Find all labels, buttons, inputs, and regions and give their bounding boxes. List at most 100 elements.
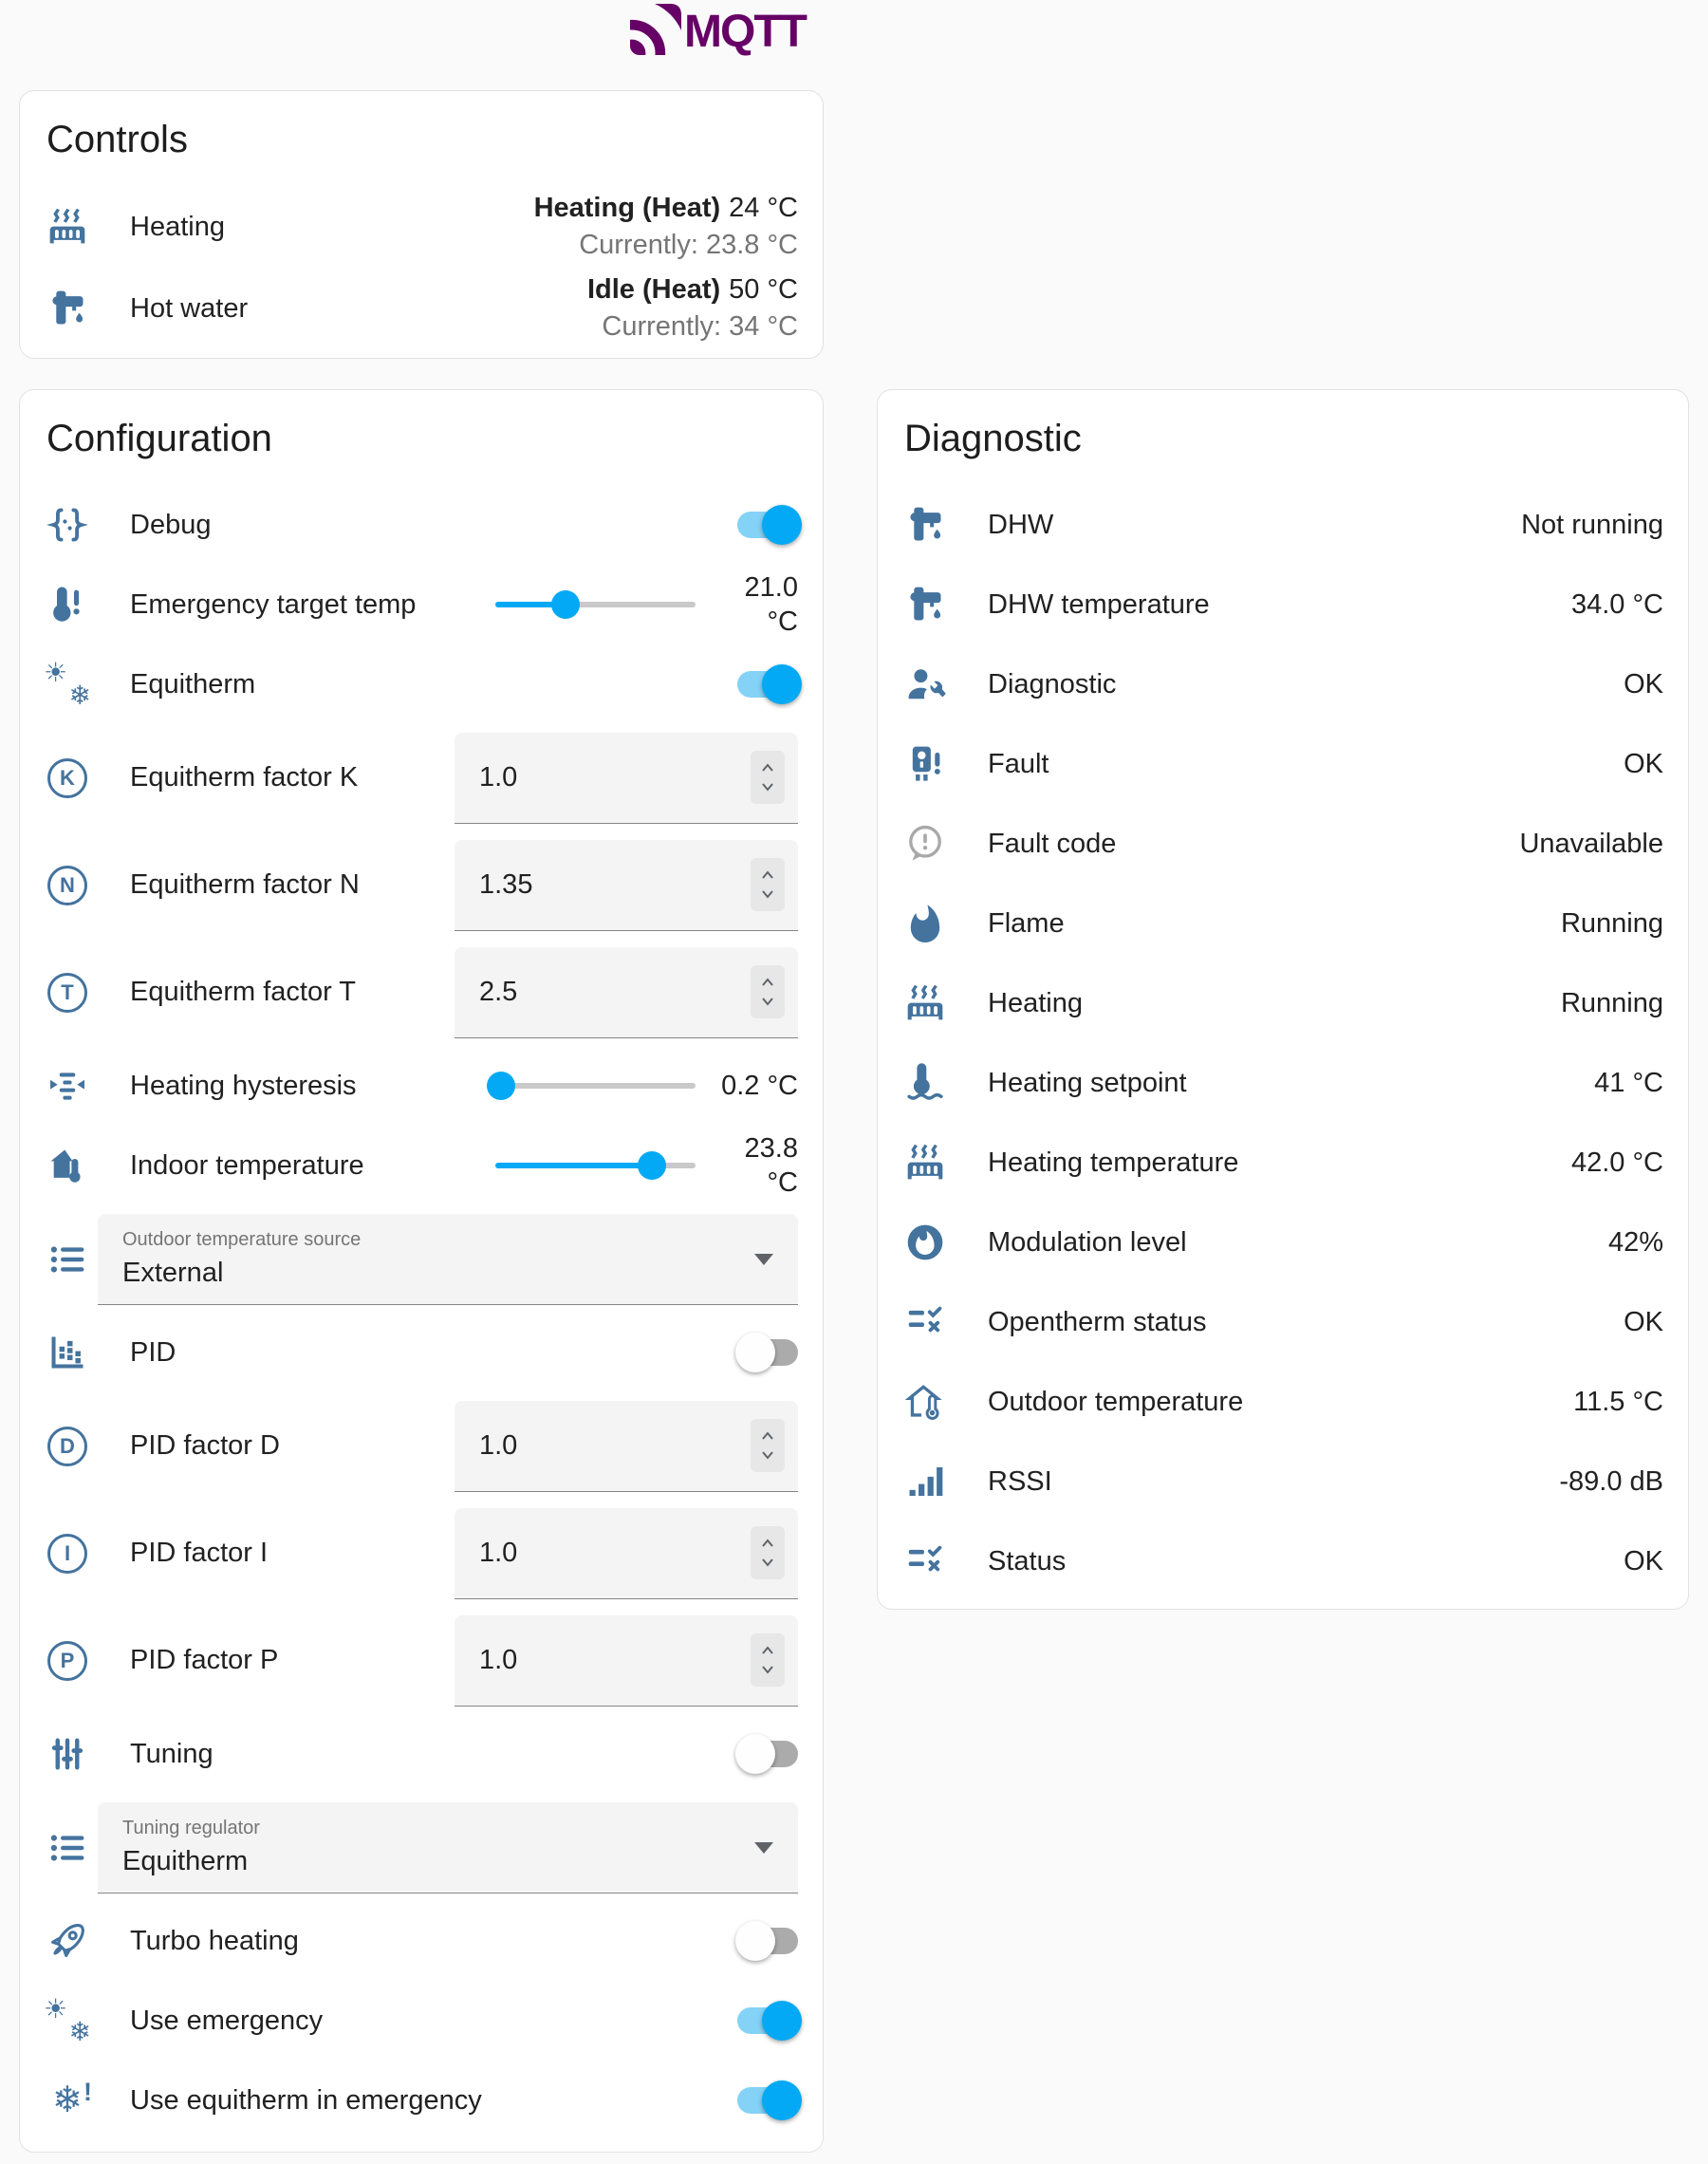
diagnostic-row-heating-temperature-value: 42.0 °C [1571, 1147, 1663, 1179]
arrow-collapse-horizontal-icon [45, 1063, 90, 1109]
control-row-heating[interactable]: Heating Heating (Heat)24 °C Currently: 2… [20, 186, 823, 268]
fire-circle-icon [902, 1220, 948, 1265]
indoor-temperature-value: 23.8°C [699, 1131, 798, 1201]
diagnostic-row-fault-code[interactable]: Fault code Unavailable [878, 804, 1688, 884]
diagnostic-row-modulation-level[interactable]: Modulation level 42% [878, 1203, 1688, 1282]
diagnostic-row-outdoor-temperature[interactable]: Outdoor temperature 11.5 °C [878, 1362, 1688, 1442]
diagnostic-card: Diagnostic DHW Not running DHW temperatu… [877, 389, 1689, 1610]
pid-factor-i-input[interactable]: 1.0 [455, 1508, 798, 1599]
sun-snowflake-icon: ☀❄ [45, 662, 90, 707]
diagnostic-row-diagnostic-value: OK [1624, 669, 1663, 700]
config-row-pid-factor-p-label: PID factor P [130, 1645, 278, 1676]
control-row-heating-state: Heating (Heat)24 °C Currently: 23.8 °C [534, 190, 798, 264]
diagnostic-row-opentherm-status[interactable]: Opentherm status OK [878, 1282, 1688, 1362]
config-row-equitherm: ☀❄ Equitherm [20, 644, 823, 724]
use-emergency-toggle[interactable] [737, 2000, 798, 2042]
diagnostic-row-modulation-level-value: 42% [1608, 1227, 1663, 1259]
indoor-temperature-slider[interactable] [495, 1145, 696, 1186]
config-row-equitherm-factor-k: K Equitherm factor K 1.0 [20, 724, 823, 831]
config-row-use-emergency: ☀❄ Use emergency [20, 1981, 823, 2061]
chart-bar-icon [45, 1330, 90, 1375]
select-value: External [122, 1258, 732, 1289]
rocket-launch-icon [45, 1918, 90, 1964]
stepper-icon[interactable] [751, 751, 785, 804]
diagnostic-row-heating-setpoint[interactable]: Heating setpoint 41 °C [878, 1043, 1688, 1123]
diagnostic-row-fault[interactable]: Fault OK [878, 724, 1688, 804]
control-row-hot-water[interactable]: Hot water Idle (Heat)50 °C Currently: 34… [20, 268, 823, 349]
config-row-tuning: Tuning [20, 1714, 823, 1794]
slider-thumb[interactable] [487, 1072, 515, 1100]
stepper-icon[interactable] [751, 1526, 785, 1579]
pid-factor-p-input[interactable]: 1.0 [455, 1615, 798, 1707]
format-list-bulleted-icon [45, 1825, 90, 1871]
diagnostic-row-rssi-value: -89.0 dB [1559, 1466, 1663, 1498]
config-row-pid-factor-d: D PID factor D 1.0 [20, 1392, 823, 1500]
use-equitherm-in-emergency-toggle[interactable] [737, 2080, 798, 2121]
equitherm-factor-t-input[interactable]: 2.5 [455, 947, 798, 1038]
diagnostic-row-fault-code-value: Unavailable [1519, 829, 1663, 860]
fire-icon [902, 901, 948, 946]
outdoor-temperature-source-select[interactable]: Outdoor temperature source External [98, 1214, 798, 1305]
diagnostic-row-dhw-temperature-value: 34.0 °C [1571, 589, 1663, 621]
snowflake-alert-icon: ❄! [45, 2078, 90, 2123]
stepper-icon[interactable] [751, 1633, 785, 1687]
diagnostic-row-diagnostic[interactable]: Diagnostic OK [878, 644, 1688, 724]
radiator-icon [902, 980, 948, 1026]
config-row-equitherm-factor-t-label: Equitherm factor T [130, 977, 356, 1008]
config-row-indoor-temperature-label: Indoor temperature [130, 1150, 364, 1182]
diagnostic-row-fault-value: OK [1624, 749, 1663, 780]
slider-thumb[interactable] [638, 1151, 666, 1180]
code-braces-icon [45, 502, 90, 548]
select-floating-label: Outdoor temperature source [122, 1229, 732, 1251]
control-row-hot-water-state: Idle (Heat)50 °C Currently: 34 °C [587, 271, 798, 345]
diagnostic-row-dhw-temperature[interactable]: DHW temperature 34.0 °C [878, 565, 1688, 644]
debug-toggle[interactable] [737, 504, 798, 546]
thermometer-alert-icon [45, 582, 90, 627]
alpha-d-circle-icon: D [45, 1424, 90, 1469]
home-thermometer-outline-icon [902, 1379, 948, 1425]
diagnostic-row-status[interactable]: Status OK [878, 1521, 1688, 1601]
stepper-icon[interactable] [751, 858, 785, 911]
diagnostic-row-dhw-value: Not running [1521, 510, 1663, 541]
config-row-equitherm-factor-n: N Equitherm factor N 1.35 [20, 831, 823, 939]
config-row-turbo-heating: Turbo heating [20, 1901, 823, 1981]
diagnostic-row-rssi[interactable]: RSSI -89.0 dB [878, 1442, 1688, 1521]
equitherm-factor-k-input[interactable]: 1.0 [455, 733, 798, 824]
emergency-target-temp-slider[interactable] [495, 584, 696, 625]
radiator-icon [902, 1140, 948, 1185]
diagnostic-row-heating-temperature[interactable]: Heating temperature 42.0 °C [878, 1123, 1688, 1203]
mqtt-logo-icon [630, 4, 681, 60]
control-row-heating-current: Currently: 23.8 °C [534, 227, 798, 264]
diagnostic-row-flame-value: Running [1561, 908, 1663, 940]
config-row-use-equitherm-in-emergency: ❄! Use equitherm in emergency [20, 2061, 823, 2140]
diagnostic-row-flame[interactable]: Flame Running [878, 884, 1688, 963]
alpha-k-circle-icon: K [45, 756, 90, 801]
alpha-p-circle-icon: P [45, 1638, 90, 1684]
equitherm-toggle[interactable] [737, 663, 798, 705]
alpha-n-circle-icon: N [45, 863, 90, 908]
list-status-icon [902, 1539, 948, 1584]
home-thermometer-icon [45, 1143, 90, 1188]
equitherm-factor-n-input[interactable]: 1.35 [455, 840, 798, 931]
turbo-heating-toggle[interactable] [737, 1920, 798, 1962]
config-row-indoor-temperature: Indoor temperature 23.8°C [20, 1126, 823, 1205]
diagnostic-row-heating[interactable]: Heating Running [878, 963, 1688, 1043]
pid-toggle[interactable] [737, 1332, 798, 1373]
pid-factor-d-input[interactable]: 1.0 [455, 1401, 798, 1492]
config-row-pid-factor-i-label: PID factor I [130, 1538, 268, 1569]
diagnostic-row-dhw[interactable]: DHW Not running [878, 485, 1688, 565]
heating-hysteresis-slider[interactable] [495, 1065, 696, 1107]
config-row-heating-hysteresis-label: Heating hysteresis [130, 1071, 357, 1102]
slider-thumb[interactable] [551, 590, 580, 619]
tuning-toggle[interactable] [737, 1733, 798, 1775]
controls-card-title: Controls [46, 118, 823, 161]
tuning-regulator-select[interactable]: Tuning regulator Equitherm [98, 1802, 798, 1894]
water-boiler-alert-icon [902, 741, 948, 787]
stepper-icon[interactable] [751, 965, 785, 1018]
control-row-hot-water-current: Currently: 34 °C [587, 308, 798, 345]
select-value: Equitherm [122, 1846, 732, 1877]
stepper-icon[interactable] [751, 1419, 785, 1472]
account-wrench-icon [902, 662, 948, 707]
water-pump-icon [902, 582, 948, 627]
configuration-card-title: Configuration [46, 417, 823, 460]
